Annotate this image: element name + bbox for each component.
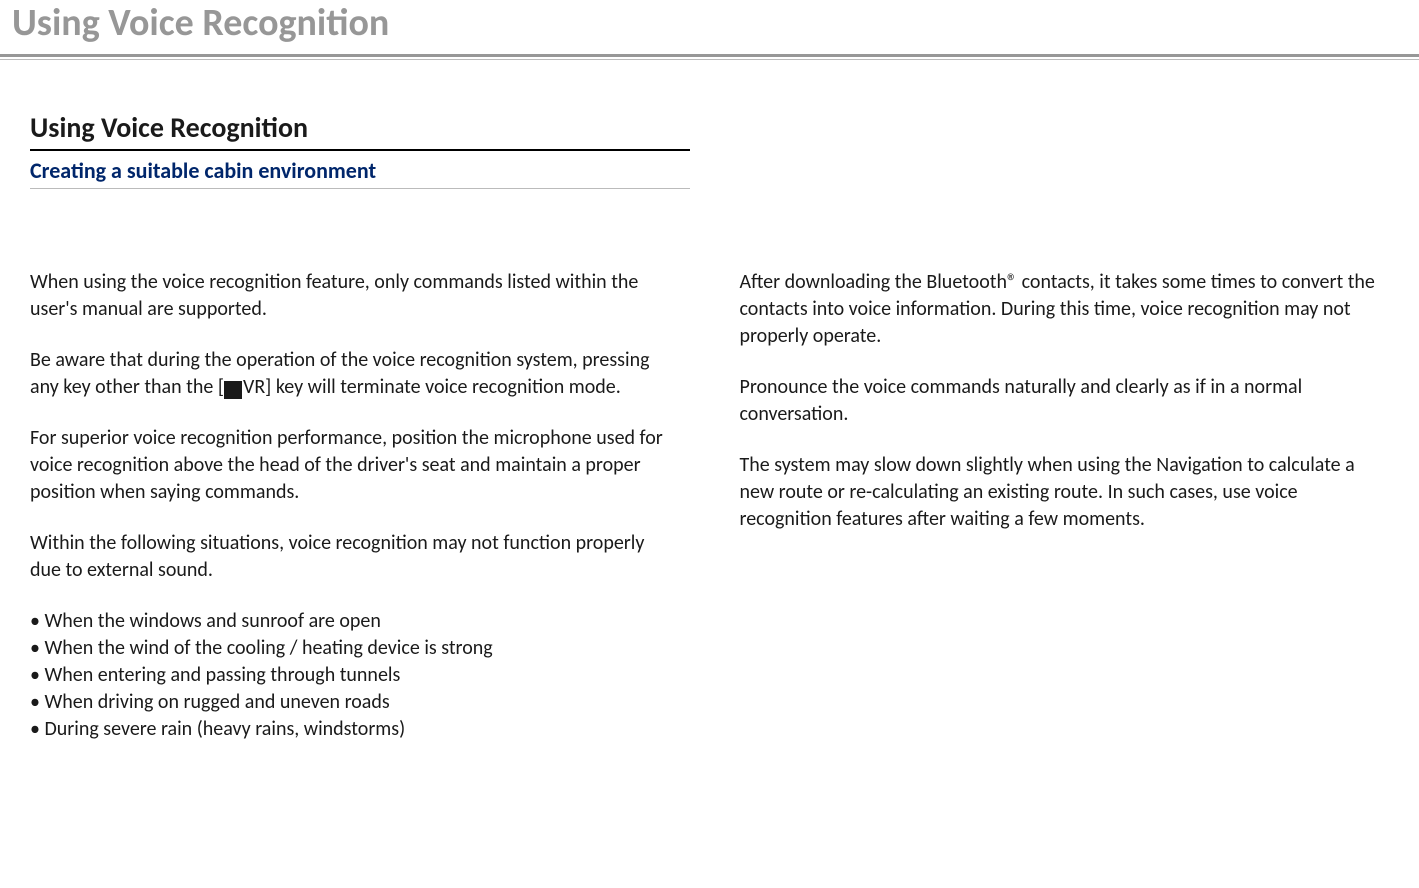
left-p3: For superior voice recognition performan… <box>30 425 680 506</box>
list-item: • When entering and passing through tunn… <box>30 662 680 689</box>
sub-heading: Creating a suitable cabin environment <box>30 151 690 189</box>
right-p3: The system may slow down slightly when u… <box>740 452 1390 533</box>
list-item: • During severe rain (heavy rains, winds… <box>30 716 680 743</box>
columns: When using the voice recognition feature… <box>30 269 1389 743</box>
content: Using Voice Recognition Creating a suita… <box>0 110 1419 743</box>
right-p1: After downloading the Bluetooth® contact… <box>740 269 1390 350</box>
left-p2: Be aware that during the operation of th… <box>30 347 680 401</box>
right-p2: Pronounce the voice commands naturally a… <box>740 374 1390 428</box>
list-item: • When driving on rugged and uneven road… <box>30 689 680 716</box>
list-item: • When the wind of the cooling / heating… <box>30 635 680 662</box>
section-heading: Using Voice Recognition <box>30 110 690 151</box>
list-item: • When the windows and sunroof are open <box>30 608 680 635</box>
left-p1: When using the voice recognition feature… <box>30 269 680 323</box>
vr-icon <box>224 381 242 399</box>
left-p4: Within the following situations, voice r… <box>30 530 680 584</box>
bullet-list: • When the windows and sunroof are open … <box>30 608 680 743</box>
left-column: When using the voice recognition feature… <box>30 269 680 743</box>
page-title: Using Voice Recognition <box>0 0 1419 57</box>
title-divider <box>0 59 1419 60</box>
left-p2-b: VR] key will terminate voice recognition… <box>243 375 621 399</box>
right-column: After downloading the Bluetooth® contact… <box>740 269 1390 743</box>
